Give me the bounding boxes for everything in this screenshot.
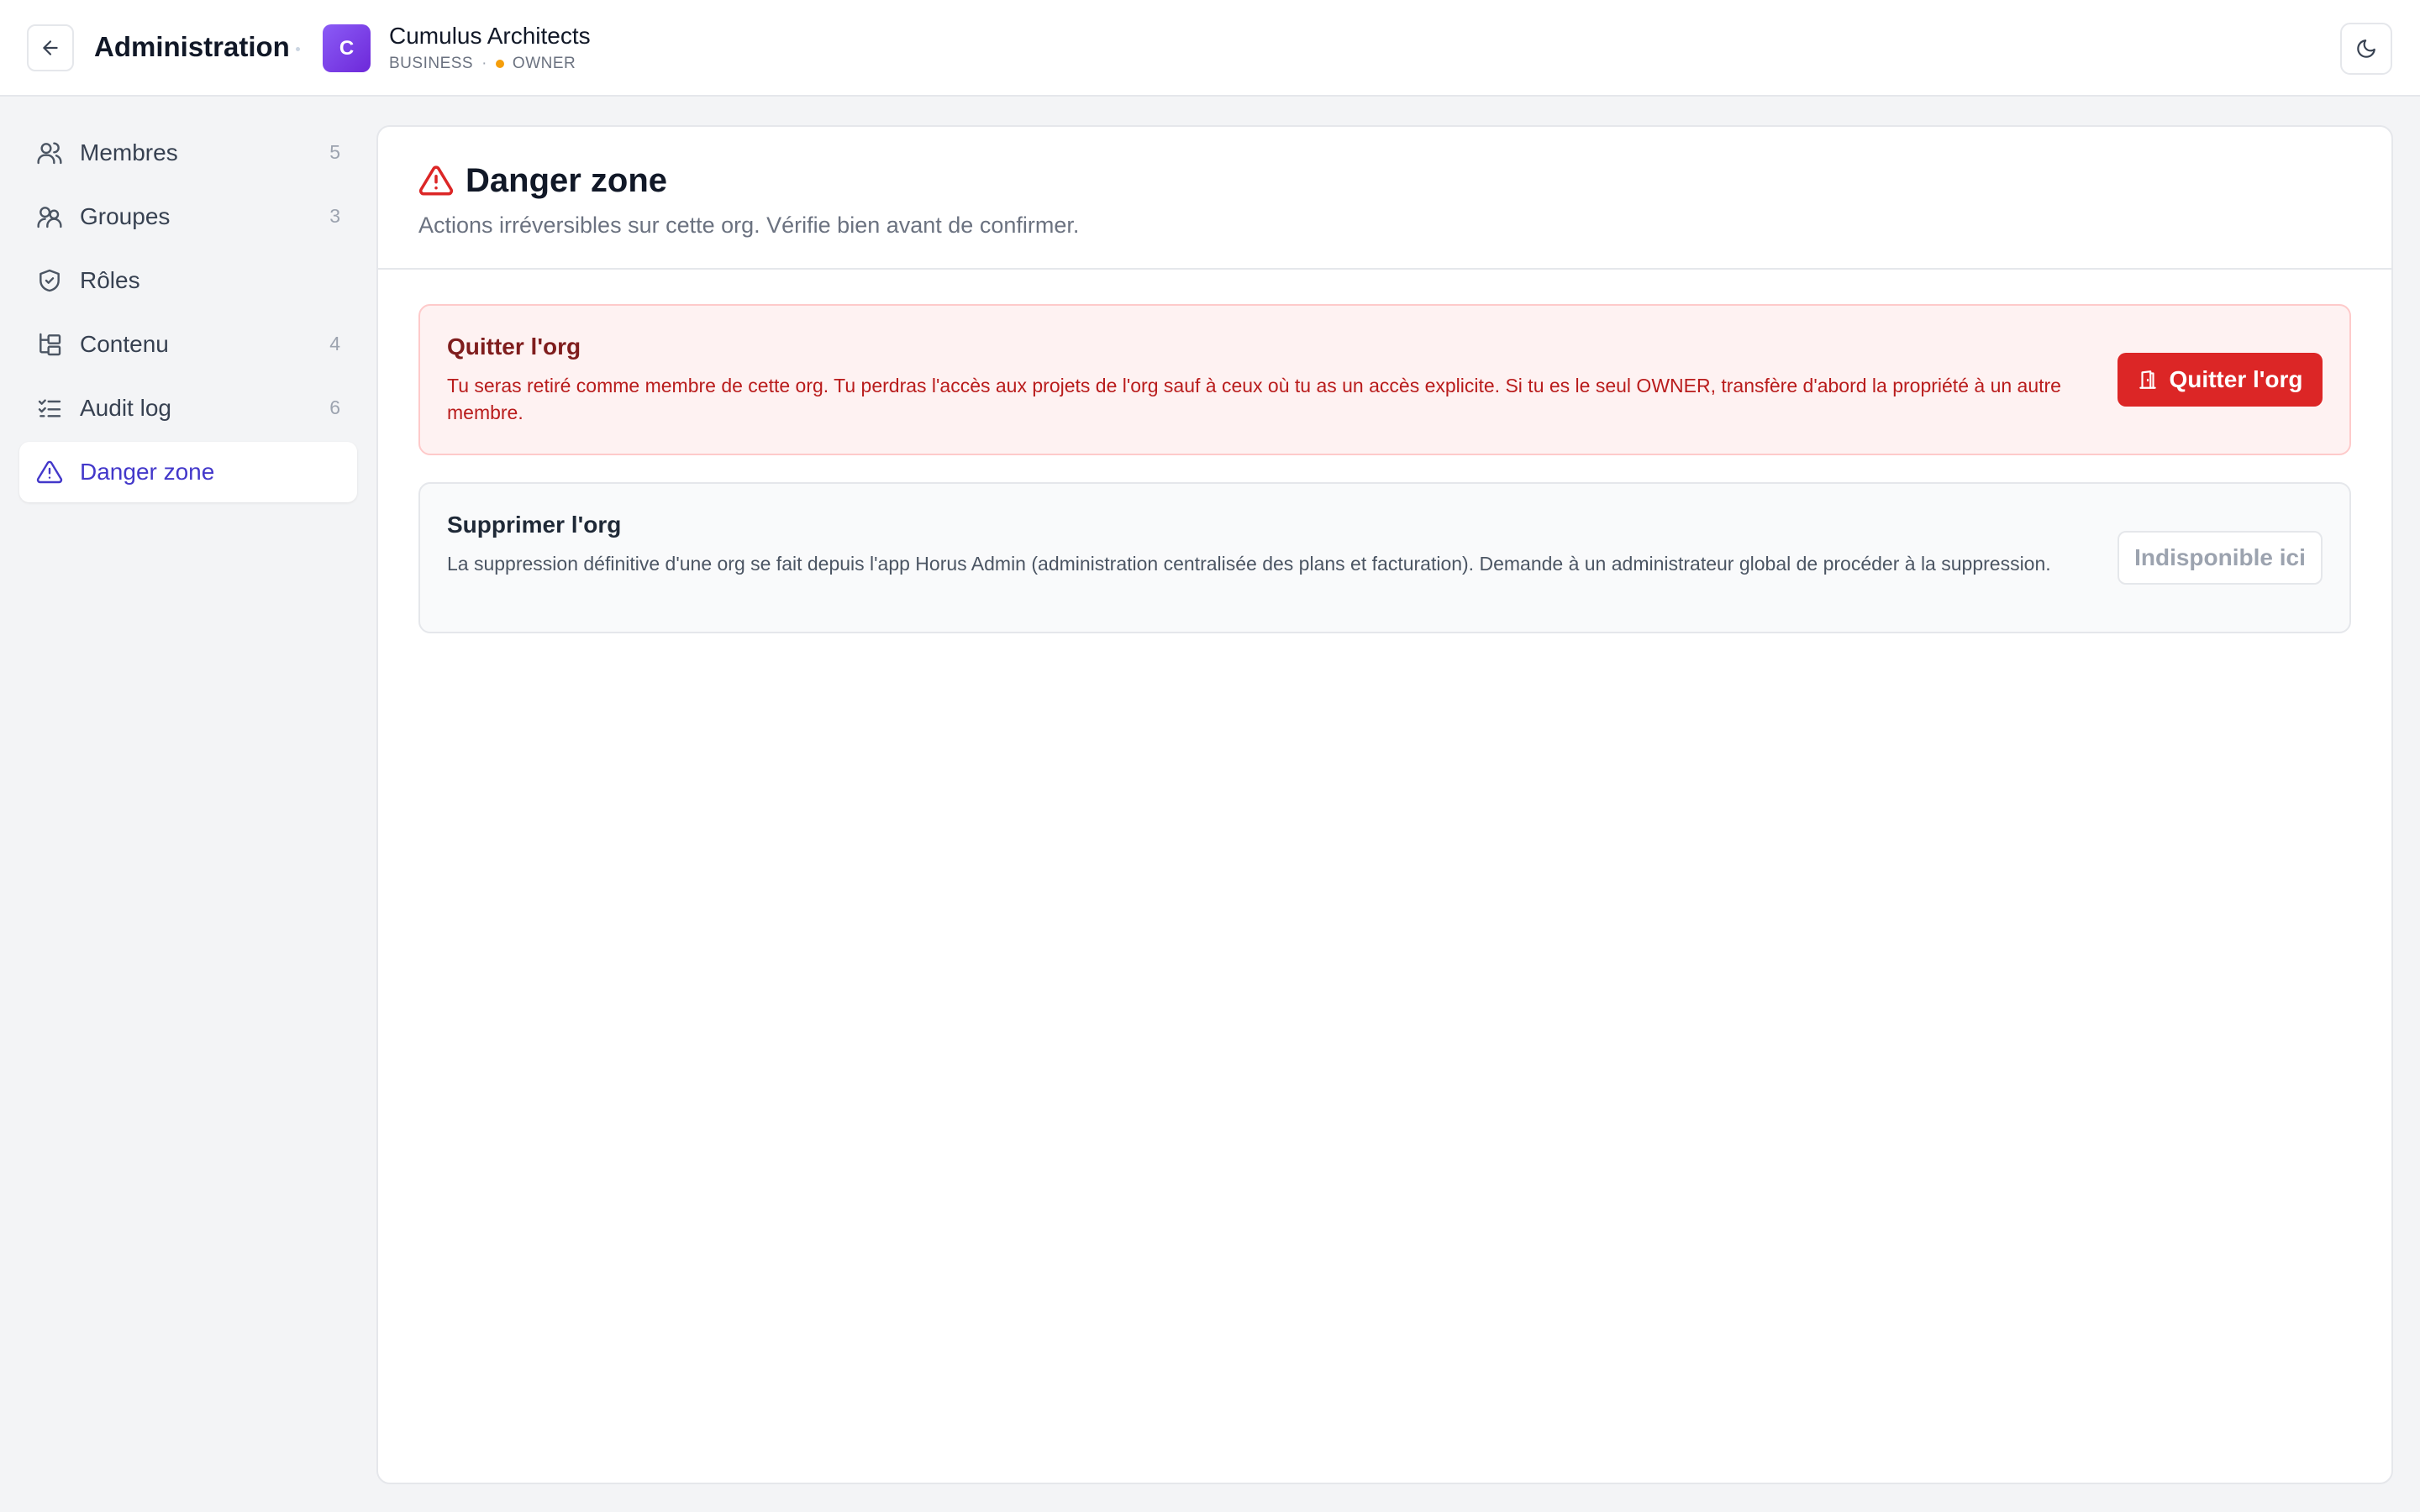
back-button[interactable] bbox=[27, 24, 74, 71]
top-header: Administration C Cumulus Architects BUSI… bbox=[0, 0, 2420, 97]
folder-tree-icon bbox=[39, 333, 61, 356]
sidebar-item-danger-zone[interactable]: Danger zone bbox=[19, 442, 357, 502]
sidebar-nav: Membres 5 Groupes 3 Rôles Contenu 4 Audi… bbox=[19, 123, 357, 506]
panel-header: Danger zone Actions irréversibles sur ce… bbox=[378, 127, 2391, 270]
moon-icon bbox=[2357, 39, 2375, 58]
delete-org-title: Supprimer l'org bbox=[447, 512, 622, 538]
separator-dot bbox=[296, 47, 300, 51]
sidebar-item-label: Audit log bbox=[80, 395, 171, 421]
panel-subtitle: Actions irréversibles sur cette org. Vér… bbox=[418, 213, 1080, 238]
sidebar-item-contenu[interactable]: Contenu 4 bbox=[19, 314, 357, 375]
users-icon bbox=[37, 142, 62, 165]
list-checks-icon bbox=[38, 399, 61, 417]
sidebar-item-label: Danger zone bbox=[80, 459, 215, 485]
sidebar-item-count: 5 bbox=[329, 141, 340, 163]
sidebar-item-count: 6 bbox=[329, 396, 340, 418]
sidebar-item-audit-log[interactable]: Audit log 6 bbox=[19, 378, 357, 438]
panel-title: Danger zone bbox=[418, 160, 667, 201]
leave-org-card: Quitter l'org Tu seras retiré comme memb… bbox=[418, 304, 2351, 455]
sidebar-item-membres[interactable]: Membres 5 bbox=[19, 123, 357, 183]
sidebar-item-groupes[interactable]: Groupes 3 bbox=[19, 186, 357, 247]
sidebar-item-label: Groupes bbox=[80, 203, 171, 229]
panel-title-text: Danger zone bbox=[466, 162, 668, 199]
leave-org-button-label: Quitter l'org bbox=[2169, 366, 2303, 392]
sidebar-item-label: Rôles bbox=[80, 267, 140, 293]
theme-toggle-button[interactable] bbox=[2340, 23, 2392, 75]
sidebar-item-label: Contenu bbox=[80, 331, 169, 357]
org-meta: BUSINESS · OWNER bbox=[389, 54, 576, 74]
leave-org-title: Quitter l'org bbox=[447, 333, 581, 360]
org-plan: BUSINESS bbox=[389, 55, 474, 72]
delete-org-card: Supprimer l'org La suppression définitiv… bbox=[418, 482, 2351, 633]
leave-org-description: Tu seras retiré comme membre de cette or… bbox=[447, 375, 2061, 423]
leave-org-button[interactable]: Quitter l'org bbox=[2118, 353, 2323, 407]
sidebar-item-count: 4 bbox=[329, 333, 340, 354]
main-panel: Danger zone Actions irréversibles sur ce… bbox=[376, 125, 2393, 1484]
door-exit-icon bbox=[2139, 370, 2157, 389]
alert-triangle-icon bbox=[36, 460, 63, 484]
sidebar-item-label: Membres bbox=[80, 139, 178, 165]
sidebar-item-count: 3 bbox=[329, 205, 340, 227]
org-avatar: C bbox=[323, 24, 371, 72]
group-icon bbox=[37, 207, 62, 228]
role-status-dot bbox=[495, 60, 504, 68]
org-name: Cumulus Architects bbox=[389, 23, 591, 49]
delete-org-description: La suppression définitive d'une org se f… bbox=[447, 553, 2051, 575]
sidebar-item-roles[interactable]: Rôles bbox=[19, 250, 357, 311]
meta-separator: · bbox=[481, 55, 487, 72]
arrow-left-icon bbox=[43, 40, 58, 55]
app-root: Administration C Cumulus Architects BUSI… bbox=[0, 0, 2420, 1512]
alert-triangle-icon bbox=[418, 165, 454, 196]
shield-check-icon bbox=[39, 269, 60, 292]
unavailable-button[interactable]: Indisponible ici bbox=[2118, 531, 2323, 585]
org-role: OWNER bbox=[512, 55, 576, 72]
page-title: Administration bbox=[94, 31, 290, 62]
